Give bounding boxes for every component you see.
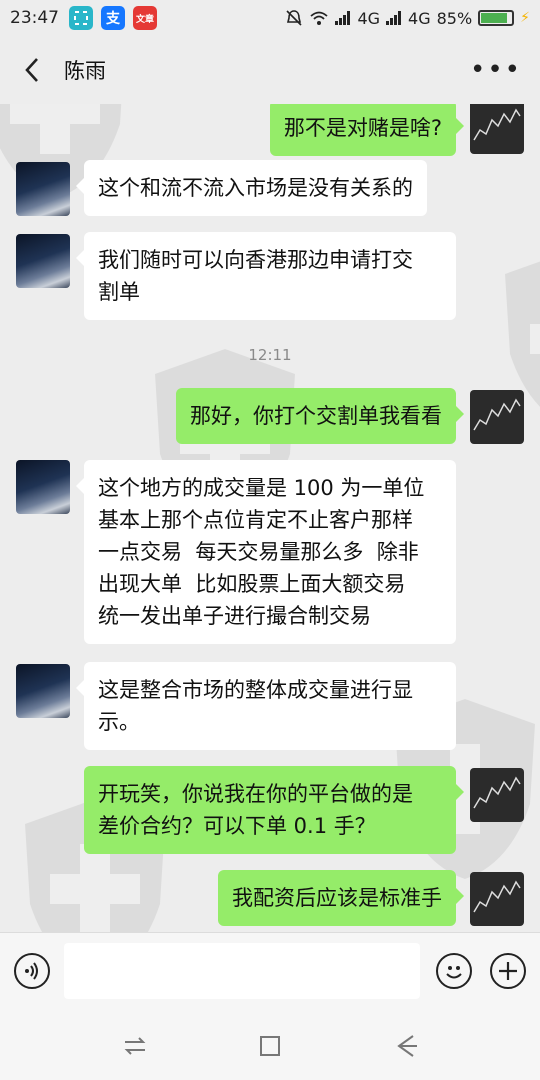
message-row: 那好，你打个交割单我看看 xyxy=(0,388,540,448)
chat-title: 陈雨 xyxy=(64,59,106,83)
voice-input-icon[interactable] xyxy=(14,953,50,989)
network-type-2: 4G xyxy=(408,8,431,28)
message-row: 我们随时可以向香港那边申请打交 割单 xyxy=(0,232,540,322)
network-type-1: 4G xyxy=(357,8,381,28)
chat-header: 陈雨 ••• xyxy=(0,36,540,104)
message-input[interactable] xyxy=(64,943,420,999)
contact-avatar[interactable] xyxy=(16,234,70,288)
contact-avatar[interactable] xyxy=(16,460,70,514)
message-bubble-incoming[interactable]: 这是整合市场的整体成交量进行显 示。 xyxy=(76,662,456,750)
contact-avatar[interactable] xyxy=(16,664,70,718)
battery-icon xyxy=(478,10,515,26)
message-bubble-outgoing[interactable]: 那不是对赌是啥? xyxy=(269,104,465,156)
my-avatar[interactable] xyxy=(470,768,524,822)
signal-icon-2 xyxy=(386,11,402,25)
mute-icon xyxy=(286,10,303,26)
battery-percent: 85% xyxy=(436,8,473,28)
message-timestamp: 12:11 xyxy=(248,346,292,364)
message-row: 我配资后应该是标准手 xyxy=(0,870,540,930)
plus-icon[interactable] xyxy=(490,953,526,989)
alipay-icon: 支 xyxy=(101,6,125,30)
status-bar: 23:47 支 文章 4G 4G 85% ⚡ xyxy=(0,0,540,36)
message-row: 这个地方的成交量是 100 为一单位 基本上那个点位肯定不止客户那样 一点交易 … xyxy=(0,460,540,650)
status-indicators: 4G 4G 85% ⚡ xyxy=(285,9,530,28)
message-bubble-incoming[interactable]: 我们随时可以向香港那边申请打交 割单 xyxy=(76,232,456,320)
message-bubble-outgoing[interactable]: 我配资后应该是标准手 xyxy=(218,870,464,926)
input-bar xyxy=(0,932,540,1010)
signal-icon xyxy=(335,11,351,25)
message-bubble-incoming[interactable]: 这个和流不流入市场是没有关系的 xyxy=(76,160,427,216)
system-nav-bar xyxy=(0,1010,540,1080)
back-nav-icon[interactable] xyxy=(391,1032,419,1060)
message-list[interactable]: 那不是对赌是啥? 这个和流不流入市场是没有关系的 我们随时可以向香港那边申请打交… xyxy=(0,104,540,932)
back-icon[interactable] xyxy=(18,56,46,84)
emoji-icon[interactable] xyxy=(436,953,472,989)
more-icon[interactable]: ••• xyxy=(470,55,522,85)
home-icon[interactable] xyxy=(256,1032,284,1060)
my-avatar[interactable] xyxy=(470,390,524,444)
message-row: 这个和流不流入市场是没有关系的 xyxy=(0,160,540,220)
message-row: 开玩笑，你说我在你的平台做的是 差价合约？可以下单 0.1 手？ xyxy=(0,766,540,856)
my-avatar[interactable] xyxy=(470,104,524,154)
contact-avatar[interactable] xyxy=(16,162,70,216)
message-bubble-outgoing[interactable]: 开玩笑，你说我在你的平台做的是 差价合约？可以下单 0.1 手？ xyxy=(84,766,464,854)
message-row: 那不是对赌是啥? xyxy=(0,104,540,160)
message-bubble-incoming[interactable]: 这个地方的成交量是 100 为一单位 基本上那个点位肯定不止客户那样 一点交易 … xyxy=(76,460,456,644)
charging-icon: ⚡ xyxy=(520,10,530,26)
message-row: 这是整合市场的整体成交量进行显 示。 xyxy=(0,662,540,752)
status-time: 23:47 xyxy=(10,8,59,28)
switch-app-icon[interactable] xyxy=(121,1032,149,1060)
scan-app-icon xyxy=(69,6,93,30)
message-bubble-outgoing[interactable]: 那好，你打个交割单我看看 xyxy=(176,388,464,444)
my-avatar[interactable] xyxy=(470,872,524,926)
wifi-icon xyxy=(310,11,329,25)
news-app-icon: 文章 xyxy=(133,6,157,30)
